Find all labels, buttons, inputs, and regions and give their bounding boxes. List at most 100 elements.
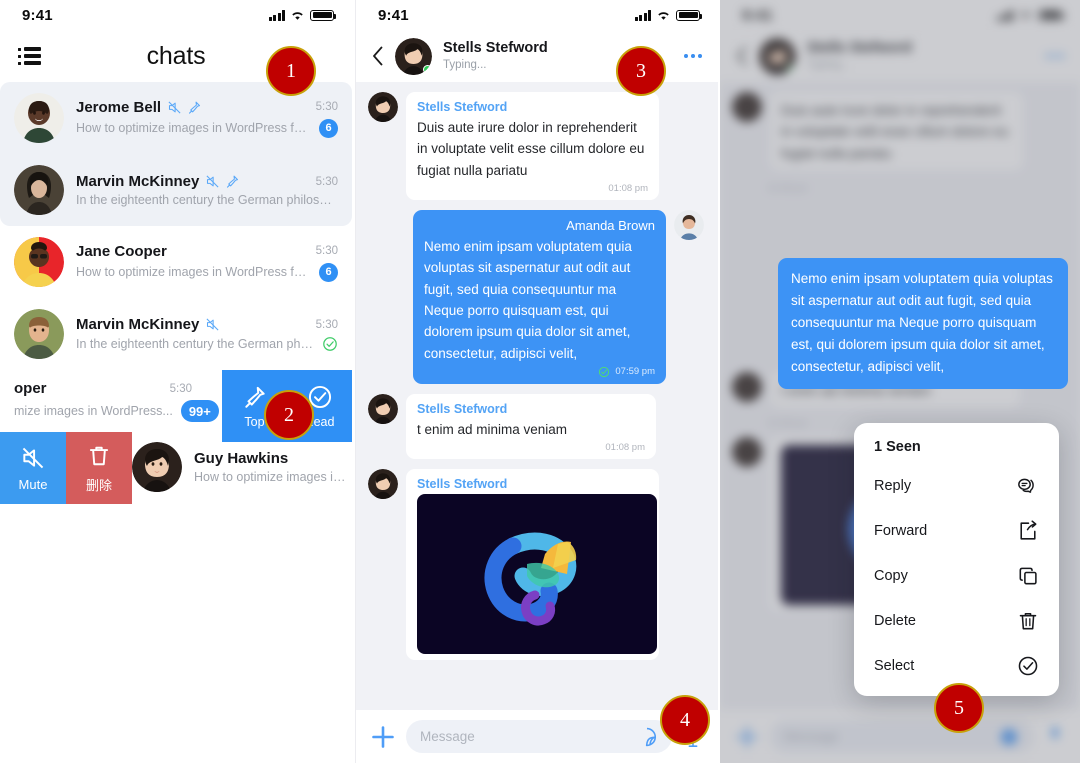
message-row-incoming-image: Stells Stefword [356, 469, 718, 670]
swipe-action-mute[interactable]: Mute [0, 432, 66, 504]
message-bubble[interactable]: Stells Stefword [406, 469, 659, 661]
chat-item-bottom: In the eighteenth century the German phi… [76, 193, 338, 207]
status-bar-time: 9:41 [22, 6, 53, 24]
message-text: Nemo enim ipsam voluptatem quia voluptas… [791, 271, 1053, 374]
list-menu-icon[interactable] [18, 47, 42, 65]
status-bar-time: 9:41 [378, 6, 409, 24]
chat-item-preview: How to optimize images in WordPress for.… [76, 121, 311, 135]
message-row-outgoing: Amanda Brown Nemo enim ipsam voluptatem … [356, 209, 718, 394]
message-meta: 07:59 pm [424, 366, 655, 378]
chat-list-item-1[interactable]: Marvin McKinney 5:30 In the eighteenth c… [0, 154, 352, 226]
context-menu-item-forward[interactable]: Forward [854, 508, 1059, 553]
highlighted-message-bubble[interactable]: Nemo enim ipsam voluptatem quia voluptas… [778, 258, 1068, 389]
chat-item-bottom: How to optimize images in WordPress for.… [76, 262, 338, 282]
message-sender: Amanda Brown [566, 217, 655, 233]
context-menu-label: Reply [874, 477, 912, 494]
chat-item-bottom: In the eighteenth century the German phi… [76, 336, 338, 352]
chat-list-item-last[interactable]: Mute 删除 Guy Hawkins How to optimize imag… [0, 432, 352, 504]
swipe-action-delete[interactable]: 删除 [66, 432, 132, 504]
chat-item-time: 5:30 [315, 245, 338, 257]
message-input-placeholder: Message [420, 729, 475, 744]
contact-name: Stells Stefword [443, 40, 548, 57]
message-input[interactable]: Message [406, 720, 672, 753]
chevron-left-icon[interactable] [372, 46, 384, 66]
chat-thread-contact: Stells Stefword Typing... [443, 39, 548, 72]
message-sender: Stells Stefword [417, 477, 508, 492]
trash-icon [1019, 612, 1037, 629]
unread-badge: 6 [319, 262, 338, 282]
avatar [132, 442, 182, 492]
wifi-icon [658, 11, 669, 20]
status-bar-panel1: 9:41 [0, 0, 352, 30]
chat-item-time: 5:30 [315, 101, 338, 113]
check-circle-icon [1018, 656, 1038, 675]
cellular-signal-icon [268, 9, 285, 21]
swipe-action-label: 删除 [85, 477, 112, 493]
swipe-actions-left: Mute 删除 [0, 432, 132, 504]
message-meta: 01:08 pm [417, 183, 648, 194]
context-menu-label: Forward [874, 522, 928, 539]
message-text: t enim ad minima veniam [417, 421, 568, 437]
chat-list-item-3[interactable]: Marvin McKinney 5:30 In the eighteenth c… [0, 298, 352, 370]
step-badge-1: 1 [266, 46, 316, 96]
mute-icon [206, 318, 219, 331]
avatar [14, 93, 64, 143]
context-menu-item-reply[interactable]: Reply [854, 463, 1059, 508]
chat-item-bottom: How to optimize images in WordPress for.… [76, 118, 338, 138]
chat-list: Jerome Bell 5:30 How to optimize images … [0, 82, 352, 504]
plus-icon[interactable] [370, 724, 396, 750]
wifi-icon [292, 11, 303, 20]
chat-item-top: Marvin McKinney 5:30 [76, 173, 338, 190]
message-time: 07:59 pm [615, 366, 655, 378]
chat-item-name: Marvin McKinney [76, 316, 200, 333]
chat-list-panel: 9:41 chats Jerome Bell 5:30 How to optim… [0, 0, 352, 763]
context-menu-item-copy[interactable]: Copy [854, 553, 1059, 598]
chat-item-name: Jane Cooper [76, 242, 167, 260]
avatar [14, 165, 64, 215]
chat-item-time: 5:30 [315, 318, 338, 331]
message-time: 01:08 pm [608, 182, 648, 194]
message-text: Duis aute irure dolor in reprehenderit i… [417, 120, 645, 178]
chameleon-logo-image[interactable] [417, 494, 657, 655]
chat-item-name: oper [14, 380, 47, 397]
step-badge-4: 4 [660, 695, 710, 745]
contact-status: Typing... [443, 58, 487, 71]
chat-item-body: Jerome Bell 5:30 How to optimize images … [76, 99, 338, 138]
swipe-action-label: Top [244, 414, 265, 429]
message-thread: Stells Stefword Duis aute irure dolor in… [356, 82, 718, 710]
reply-bubble-icon [1018, 478, 1034, 493]
copy-icon [1019, 567, 1037, 584]
avatar [368, 469, 398, 500]
more-horizontal-icon[interactable] [684, 54, 702, 58]
context-menu-panel: 9:41 Stells Stefword Typing... Duis aute… [720, 0, 1080, 763]
chat-item-preview: In the eighteenth century the German phi… [76, 337, 314, 351]
avatar [368, 393, 398, 424]
step-badge-5: 5 [934, 683, 984, 733]
chat-item-time: 5:30 [315, 175, 338, 188]
message-bubble[interactable]: Stells Stefword Duis aute irure dolor in… [406, 92, 659, 200]
mute-icon [22, 447, 44, 468]
unread-badge: 6 [319, 118, 338, 138]
avatar[interactable] [395, 37, 432, 75]
chat-item-body: Jane Cooper 5:30 How to optimize images … [76, 243, 338, 282]
message-time: 01:08 pm [605, 442, 645, 454]
chat-item-body: Marvin McKinney 5:30 In the eighteenth c… [76, 173, 338, 207]
pin-icon [244, 386, 265, 408]
status-bar-icons [634, 9, 702, 21]
chat-item-status-icons [205, 317, 220, 332]
context-menu-label: Delete [874, 612, 916, 629]
message-bubble[interactable]: Amanda Brown Nemo enim ipsam voluptatem … [413, 209, 666, 384]
message-context-menu: 1 Seen Reply Forward Copy Delete Select [854, 423, 1059, 696]
seen-check-icon [323, 337, 337, 351]
chat-item-name: Jerome Bell [76, 98, 162, 116]
sticker-icon[interactable] [636, 726, 658, 748]
context-menu-item-delete[interactable]: Delete [854, 598, 1059, 643]
context-menu-item-select[interactable]: Select [854, 643, 1059, 688]
chat-list-item-2[interactable]: Jane Cooper 5:30 How to optimize images … [0, 226, 352, 298]
chat-item-top: Marvin McKinney 5:30 [76, 316, 338, 333]
pin-icon [189, 101, 201, 114]
message-bubble[interactable]: Stells Stefword t enim ad minima veniam … [406, 393, 656, 460]
chat-thread-panel: 9:41 Stells Stefword Typing... Stells St… [355, 0, 718, 763]
step-badge-2: 2 [264, 390, 314, 440]
status-bar-icons [268, 9, 336, 21]
